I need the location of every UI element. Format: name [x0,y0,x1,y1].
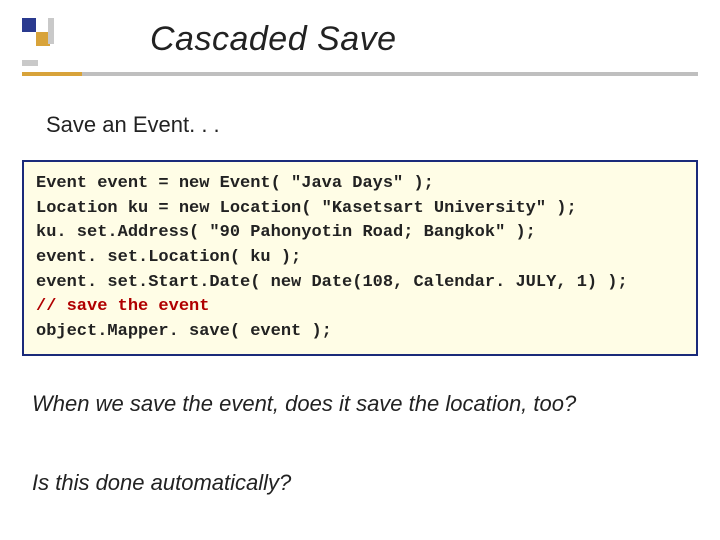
ornament-v-bar [48,18,54,44]
code-line-comment: // save the event [36,297,209,316]
code-line-2: Location ku = new Location( "Kasetsart U… [36,199,577,218]
question-1: When we save the event, does it save the… [32,390,672,418]
intro-text: Save an Event. . . [46,112,220,138]
code-line-7: object.Mapper. save( event ); [36,322,332,341]
question-2: Is this done automatically? [32,470,672,496]
slide: Cascaded Save Save an Event. . . Event e… [0,0,720,540]
title-underline-rest [82,72,698,76]
slide-title: Cascaded Save [150,20,397,59]
code-block: Event event = new Event( "Java Days" ); … [36,172,684,344]
code-line-3: ku. set.Address( "90 Pahonyotin Road; Ba… [36,223,536,242]
code-box: Event event = new Event( "Java Days" ); … [22,160,698,356]
ornament-h-bar [22,60,38,66]
ornament-square-blue [22,18,36,32]
code-line-4: event. set.Location( ku ); [36,248,301,267]
corner-ornament [22,18,112,108]
title-underline-accent [22,72,82,76]
code-line-1: Event event = new Event( "Java Days" ); [36,174,434,193]
code-line-5: event. set.Start.Date( new Date(108, Cal… [36,273,628,292]
title-underline [22,72,698,76]
